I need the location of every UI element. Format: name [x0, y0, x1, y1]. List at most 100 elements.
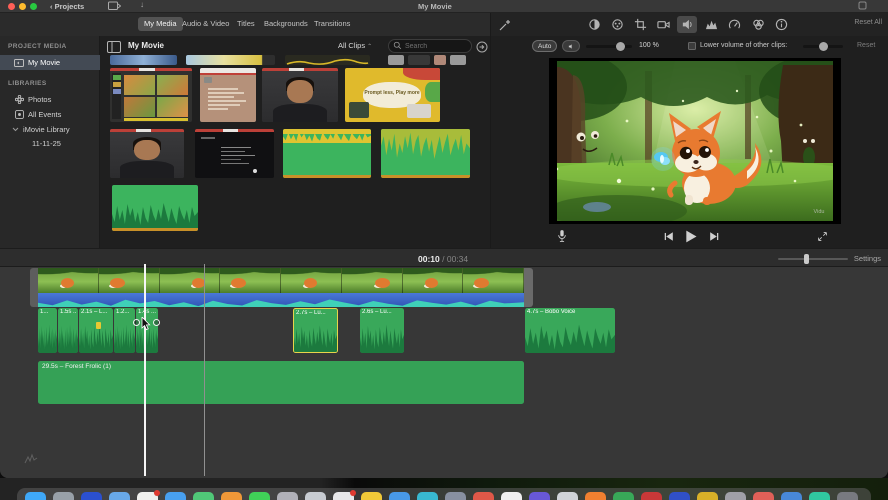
lower-volume-slider[interactable]: [803, 42, 843, 51]
dock-app-icon[interactable]: [81, 492, 102, 500]
dock-app-icon[interactable]: [557, 492, 578, 500]
audio-clip[interactable]: 2.6s – Lu...: [360, 308, 404, 353]
media-thumb-webcam[interactable]: [262, 68, 338, 122]
dock-app-icon[interactable]: [809, 492, 830, 500]
media-thumb-audio-clip[interactable]: [112, 185, 198, 231]
dock-app-icon[interactable]: [417, 492, 438, 500]
clip-end-cap[interactable]: [524, 268, 533, 307]
audio-clip[interactable]: 2.1s – L...: [79, 308, 113, 353]
media-clip-strip[interactable]: [285, 55, 370, 65]
play-button[interactable]: [681, 228, 699, 244]
volume-adjust-icon[interactable]: [677, 16, 697, 33]
zoom-window-button[interactable]: [30, 3, 37, 10]
media-thumb-audio-clip[interactable]: [381, 129, 470, 178]
dock-app-icon[interactable]: [473, 492, 494, 500]
media-thumb-document[interactable]: [200, 68, 256, 122]
timeline-zoom-slider[interactable]: [778, 254, 848, 264]
noise-reduction-icon[interactable]: [701, 16, 721, 33]
tab-transitions[interactable]: Transitions: [308, 17, 356, 31]
fullscreen-icon[interactable]: [813, 228, 831, 244]
media-thumb-webcam-2[interactable]: [110, 129, 184, 178]
media-thumb-terminal[interactable]: [195, 129, 274, 178]
playhead[interactable]: [144, 264, 146, 476]
clip-info-icon[interactable]: [771, 16, 791, 33]
audio-clip-selected[interactable]: 2.7s – Lu...: [293, 308, 338, 353]
tab-backgrounds[interactable]: Backgrounds: [258, 17, 314, 31]
close-window-button[interactable]: [8, 3, 15, 10]
dock-app-icon[interactable]: [361, 492, 382, 500]
voiceover-mic-icon[interactable]: [553, 228, 571, 244]
dock-app-icon[interactable]: [529, 492, 550, 500]
dock-app-icon[interactable]: [781, 492, 802, 500]
fade-handle[interactable]: [153, 319, 160, 326]
dock-app-icon[interactable]: [725, 492, 746, 500]
dock-app-icon[interactable]: [53, 492, 74, 500]
dock-app-icon[interactable]: [389, 492, 410, 500]
dock-app-icon[interactable]: [445, 492, 466, 500]
video-track-clip[interactable]: [38, 268, 524, 307]
sidebar-item-my-movie[interactable]: My Movie: [0, 55, 100, 70]
auto-button[interactable]: Auto: [532, 40, 558, 52]
back-to-projects-button[interactable]: ‹ Projects: [50, 2, 84, 11]
dock-app-icon[interactable]: [837, 492, 858, 500]
media-clip-strip[interactable]: [434, 55, 446, 65]
media-clip-strip[interactable]: [450, 55, 466, 65]
media-clip-strip[interactable]: [388, 55, 404, 65]
dock-app-icon[interactable]: [585, 492, 606, 500]
audio-clip[interactable]: 1...: [38, 308, 57, 353]
sidebar-item-photos[interactable]: Photos: [0, 92, 100, 107]
beat-marker[interactable]: [96, 322, 101, 329]
media-clip-strip[interactable]: [110, 55, 177, 65]
dock-app-icon[interactable]: [221, 492, 242, 500]
dock-app-icon[interactable]: [333, 490, 356, 500]
mute-speaker-icon[interactable]: [562, 40, 580, 52]
dock-app-icon[interactable]: [501, 492, 522, 500]
window-control-icon[interactable]: [858, 1, 867, 12]
tab-audio-video[interactable]: Audio & Video: [176, 17, 235, 31]
hide-browser-icon[interactable]: [476, 40, 488, 53]
sidebar-item-imovie-library[interactable]: iMovie Library: [0, 122, 100, 137]
previous-frame-button[interactable]: [659, 228, 677, 244]
clip-filter-dropdown[interactable]: All Clips ⌃: [338, 41, 372, 50]
enhance-wand-icon[interactable]: [495, 16, 515, 33]
dock-app-icon[interactable]: [613, 492, 634, 500]
dock-app-icon[interactable]: [25, 492, 46, 500]
lower-volume-checkbox[interactable]: [688, 42, 696, 50]
media-thumb-editor-screenshot[interactable]: [110, 68, 192, 122]
dock-app-icon[interactable]: [249, 492, 270, 500]
dock-app-icon[interactable]: [641, 492, 662, 500]
audio-clip[interactable]: 1.2...: [114, 308, 135, 353]
minimize-window-button[interactable]: [19, 3, 26, 10]
dock-app-icon[interactable]: [277, 492, 298, 500]
media-clip-strip[interactable]: [408, 55, 430, 65]
dock-app-icon[interactable]: [305, 492, 326, 500]
import-media-icon[interactable]: [108, 1, 122, 13]
sidebar-item-all-events[interactable]: All Events: [0, 107, 100, 122]
search-box[interactable]: [388, 39, 472, 53]
sidebar-toggle-icon[interactable]: [107, 40, 121, 53]
crop-icon[interactable]: [630, 16, 650, 33]
clip-filters-icon[interactable]: [748, 16, 768, 33]
search-input[interactable]: [405, 42, 467, 50]
reset-all-button[interactable]: Reset All: [854, 19, 882, 26]
speed-icon[interactable]: [724, 16, 744, 33]
dock-app-icon[interactable]: [753, 492, 774, 500]
sidebar-item-library-event[interactable]: 11-11-25: [0, 136, 100, 151]
stabilization-icon[interactable]: [653, 16, 673, 33]
dock-app-icon[interactable]: [193, 492, 214, 500]
clip-trim-handle[interactable]: [30, 268, 38, 307]
dock-app-icon[interactable]: [669, 492, 690, 500]
color-correction-icon[interactable]: [607, 16, 627, 33]
media-clip-strip[interactable]: [186, 55, 275, 65]
volume-slider[interactable]: [586, 42, 632, 51]
timeline-settings-button[interactable]: Settings: [854, 254, 881, 263]
fade-handle[interactable]: [133, 319, 140, 326]
audio-clip[interactable]: 1.5s ...: [58, 308, 78, 353]
dock-app-icon[interactable]: [109, 492, 130, 500]
tab-titles[interactable]: Titles: [231, 17, 261, 31]
dock-app-icon[interactable]: [165, 492, 186, 500]
color-balance-icon[interactable]: [584, 16, 604, 33]
media-thumb-audio-clip[interactable]: [283, 129, 371, 178]
audio-clip[interactable]: 4.7s – Bobo Voice: [525, 308, 615, 353]
next-frame-button[interactable]: [705, 228, 723, 244]
